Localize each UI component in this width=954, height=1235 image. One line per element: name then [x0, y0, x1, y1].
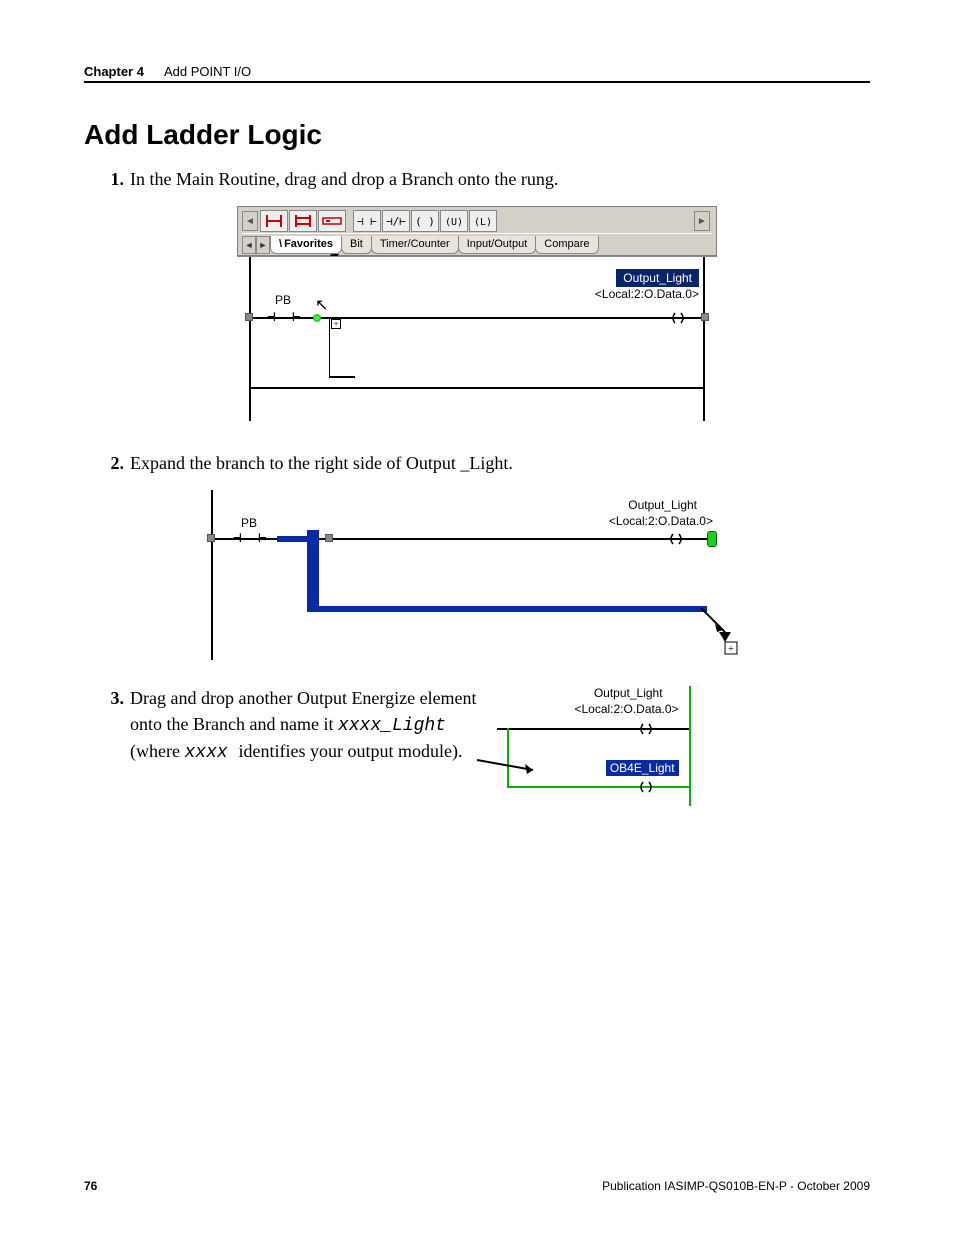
- section-heading: Add Ladder Logic: [84, 119, 870, 151]
- ote-icon[interactable]: ( ): [411, 210, 439, 232]
- output-address: <Local:2:O.Data.0>: [595, 287, 699, 301]
- ote-coil-branch[interactable]: [637, 780, 655, 794]
- otl-icon[interactable]: (L): [469, 210, 497, 232]
- tab-timer-counter[interactable]: Timer/Counter: [371, 236, 459, 254]
- xio-icon[interactable]: ⊣/⊢: [382, 210, 410, 232]
- rung-wire: [497, 728, 689, 730]
- tab-compare[interactable]: Compare: [535, 236, 598, 254]
- xic-contact[interactable]: ⊣ ⊢: [233, 530, 267, 546]
- branch-bottom-selected[interactable]: [307, 606, 707, 612]
- otu-icon[interactable]: (U): [440, 210, 468, 232]
- output-address: <Local:2:O.Data.0>: [609, 514, 713, 528]
- header-rule: [84, 81, 870, 83]
- left-rail: [249, 257, 251, 421]
- rung-wire-2: [249, 387, 705, 389]
- page-header: Chapter 4 Add POINT I/O: [84, 64, 870, 79]
- branch-handle[interactable]: [325, 534, 333, 542]
- left-rail: [211, 490, 213, 660]
- svg-text:⊣/⊢: ⊣/⊢: [386, 215, 406, 228]
- branch-icon[interactable]: [289, 210, 317, 232]
- xic-icon[interactable]: ⊣ ⊢: [353, 210, 381, 232]
- step-3: 3. Drag and drop another Output Energize…: [104, 686, 477, 802]
- output-address: <Local:2:O.Data.0>: [574, 702, 678, 716]
- page-number: 76: [84, 1179, 97, 1193]
- svg-text:+: +: [728, 644, 734, 655]
- step-number: 3.: [104, 686, 124, 802]
- ote-coil[interactable]: [669, 311, 687, 325]
- page-footer: 76 Publication IASIMP-QS010B-EN-P - Octo…: [84, 1179, 870, 1193]
- step-number: 1.: [104, 167, 124, 192]
- cursor-icon: ↖: [315, 295, 328, 315]
- figure-3-new-output: Output_Light <Local:2:O.Data.0> OB4E_Lig…: [497, 686, 697, 816]
- step-text: Expand the branch to the right side of O…: [130, 451, 870, 476]
- output-tag: Output_Light: [594, 686, 663, 700]
- toolbar-tabs: ◄ ► \Favorites Bit Timer/Counter Input/O…: [242, 233, 712, 255]
- output-tag: Output_Light: [628, 498, 697, 512]
- step-1: 1. In the Main Routine, drag and drop a …: [104, 167, 870, 192]
- rung-icon[interactable]: [260, 210, 288, 232]
- branch-left-selected[interactable]: [307, 530, 319, 610]
- svg-text:( ): ( ): [415, 215, 435, 228]
- instruction-toolbar: ◄ ⊣ ⊢ ⊣/⊢ ( ) (U) (L): [237, 206, 717, 256]
- svg-text:(L): (L): [474, 217, 492, 228]
- output-tag-selected[interactable]: Output_Light: [616, 269, 699, 287]
- new-output-tag-selected[interactable]: OB4E_Light: [606, 760, 679, 776]
- svg-text:⊣ ⊢: ⊣ ⊢: [357, 215, 377, 228]
- right-rail: [703, 257, 705, 421]
- tab-scroll-right[interactable]: ►: [256, 236, 270, 254]
- svg-text:(U): (U): [445, 217, 463, 228]
- branch-top-stub: [277, 536, 319, 542]
- rung-handle-right[interactable]: [701, 313, 709, 321]
- tab-scroll-left[interactable]: ◄: [242, 236, 256, 254]
- rung-handle-left[interactable]: [207, 534, 215, 542]
- publication-id: Publication IASIMP-QS010B-EN-P - October…: [602, 1179, 870, 1193]
- tab-favorites[interactable]: \Favorites: [270, 236, 342, 254]
- step-text: Drag and drop another Output Energize el…: [130, 686, 477, 802]
- drag-cursor-icon: +: [701, 608, 741, 658]
- level-icon[interactable]: [318, 210, 346, 232]
- drop-indicator-icon: [313, 314, 321, 322]
- ladder-editor[interactable]: PB ⊣ ⊢ ↖ + Output_Light <Local:2:O.Data.…: [237, 256, 717, 421]
- drop-target-handle[interactable]: [707, 531, 717, 547]
- chapter-title: Add POINT I/O: [164, 64, 251, 79]
- rung-handle-left[interactable]: [245, 313, 253, 321]
- branch-bottom: [507, 786, 691, 788]
- ote-coil-top[interactable]: [637, 722, 655, 736]
- right-rail: [689, 686, 691, 806]
- scroll-right-button[interactable]: ►: [694, 211, 710, 231]
- step-number: 2.: [104, 451, 124, 476]
- figure-2-expand-branch: PB ⊣ ⊢ Output_Light <Local:2:O.Data.0> +: [207, 490, 747, 660]
- branch-drag-ghost: [329, 317, 355, 377]
- tab-input-output[interactable]: Input/Output: [458, 236, 537, 254]
- figure-1-toolbar-ladder: ◄ ⊣ ⊢ ⊣/⊢ ( ) (U) (L): [237, 206, 717, 421]
- step-2: 2. Expand the branch to the right side o…: [104, 451, 870, 476]
- xic-contact[interactable]: ⊣ ⊢: [267, 309, 301, 325]
- step-text: In the Main Routine, drag and drop a Bra…: [130, 167, 870, 192]
- ote-coil[interactable]: [667, 532, 685, 546]
- scroll-left-button[interactable]: ◄: [242, 211, 258, 231]
- tab-bit[interactable]: Bit: [341, 236, 372, 254]
- callout-arrow-icon: [477, 756, 547, 780]
- chapter-label: Chapter 4: [84, 64, 144, 79]
- pb-label: PB: [275, 293, 291, 307]
- pb-label: PB: [241, 516, 257, 530]
